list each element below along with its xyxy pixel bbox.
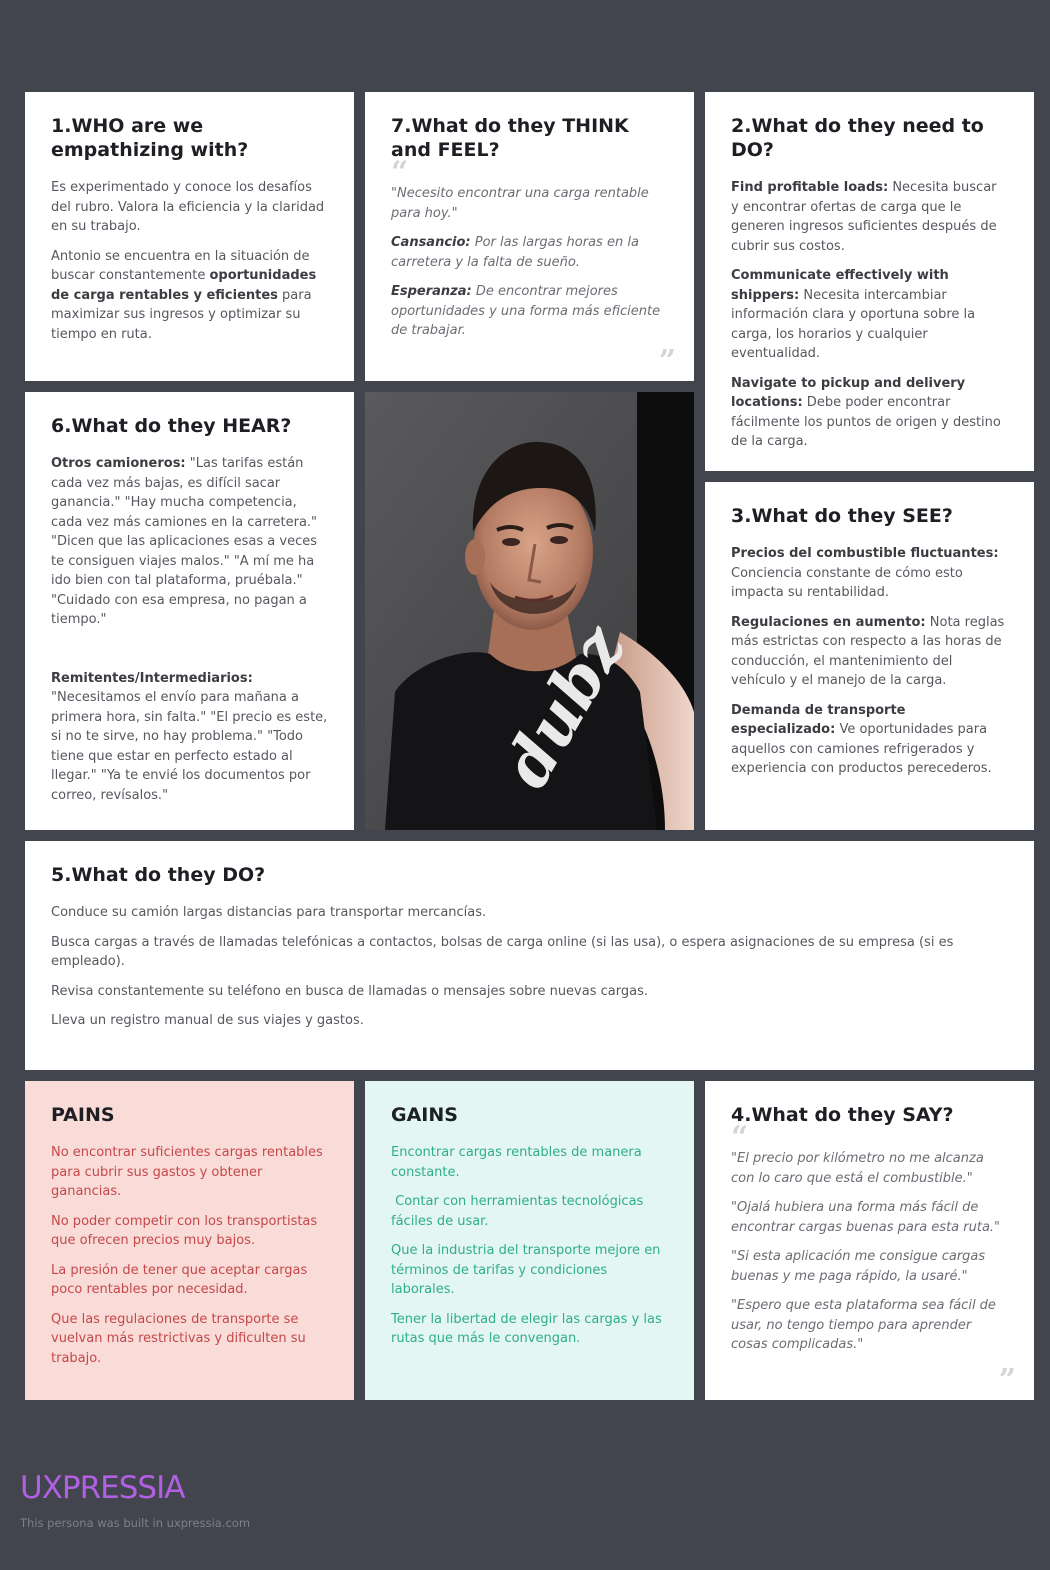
who-title: 1.WHO are we empathizing with?	[51, 115, 249, 161]
pains-item: No encontrar suficientes cargas rentable…	[51, 1145, 323, 1199]
see-title: 3.What do they SEE?	[731, 505, 953, 527]
gains-title: GAINS	[391, 1104, 458, 1126]
see-item: Demanda de transporte especializado: Ve …	[731, 702, 992, 777]
think-feel-card: 7.What do they THINK and FEEL? “ "Necesi…	[365, 92, 694, 381]
see-item: Regulaciones en aumento: Nota reglas más…	[731, 614, 1005, 689]
need-item: Navigate to pickup and delivery location…	[731, 375, 1001, 450]
think-feel-title: 7.What do they THINK and FEEL?	[391, 115, 629, 161]
need-item: Communicate effectively with shippers: N…	[731, 268, 976, 361]
see-item: Precios del combustible fluctuantes: Con…	[731, 546, 999, 600]
do-card: 5.What do they DO? Conduce su camión lar…	[25, 841, 1034, 1070]
open-quote-icon: “	[731, 1120, 749, 1155]
close-quote-icon: ”	[998, 1363, 1016, 1398]
close-quote-icon: ”	[658, 344, 676, 379]
think-quote: "Necesito encontrar una carga rentable p…	[391, 186, 649, 221]
hear-item: Remitentes/Intermediarios: "Necesitamos …	[51, 670, 328, 803]
do-item: Busca cargas a través de llamadas telefó…	[51, 934, 954, 970]
who-paragraph-2: Antonio se encuentra en la situación de …	[51, 248, 317, 342]
say-quote: "Espero que esta plataforma sea fácil de…	[731, 1298, 996, 1352]
persona-avatar-illustration: dubz	[365, 392, 694, 830]
need-item: Find profitable loads: Necesita buscar y…	[731, 180, 997, 254]
gains-card: GAINS Encontrar cargas rentables de mane…	[365, 1081, 694, 1400]
need-to-do-title: 2.What do they need to DO?	[731, 115, 984, 161]
pains-item: La presión de tener que aceptar cargas p…	[51, 1262, 308, 1298]
pains-card: PAINS No encontrar suficientes cargas re…	[25, 1081, 354, 1400]
pains-item: No poder competir con los transportistas…	[51, 1213, 318, 1249]
persona-photo: dubz	[365, 392, 694, 830]
need-to-do-card: 2.What do they need to DO? Find profitab…	[705, 92, 1034, 471]
gains-item: Tener la libertad de elegir las cargas y…	[391, 1311, 662, 1347]
gains-item: Encontrar cargas rentables de manera con…	[391, 1145, 642, 1180]
footer-note: This persona was built in uxpressia.com	[20, 1516, 251, 1530]
uxpressia-logo[interactable]: UXPRESSIA	[20, 1470, 185, 1506]
gains-item: Que la industria del transporte mejore e…	[391, 1243, 661, 1297]
hear-card: 6.What do they HEAR? Otros camioneros: "…	[25, 392, 354, 830]
say-card: 4.What do they SAY? “ "El precio por kil…	[705, 1081, 1034, 1400]
say-title: 4.What do they SAY?	[731, 1104, 954, 1126]
do-item: Conduce su camión largas distancias para…	[51, 905, 487, 920]
hear-item: Otros camioneros: "Las tarifas están cad…	[51, 456, 318, 627]
say-quote: "El precio por kilómetro no me alcanza c…	[731, 1151, 984, 1186]
gains-item: Contar con herramientas tecnológicas fác…	[391, 1194, 648, 1229]
do-item: Revisa constantemente su teléfono en bus…	[51, 983, 648, 999]
do-title: 5.What do they DO?	[51, 864, 266, 886]
who-card: 1.WHO are we empathizing with? Es experi…	[25, 92, 354, 381]
pains-title: PAINS	[51, 1104, 115, 1126]
say-quote: "Ojalá hubiera una forma más fácil de en…	[731, 1200, 1001, 1235]
hear-title: 6.What do they HEAR?	[51, 415, 292, 437]
pains-item: Que las regulaciones de transporte se vu…	[51, 1311, 306, 1366]
do-item: Lleva un registro manual de sus viajes y…	[51, 1013, 364, 1028]
think-item: Esperanza: De encontrar mejores oportuni…	[391, 284, 661, 338]
who-paragraph-1: Es experimentado y conoce los desafíos d…	[51, 180, 325, 234]
think-item: Cansancio: Por las largas horas en la ca…	[391, 235, 639, 270]
open-quote-icon: “	[391, 155, 409, 190]
say-quote: "Si esta aplicación me consigue cargas b…	[731, 1249, 986, 1284]
see-card: 3.What do they SEE? Precios del combusti…	[705, 482, 1034, 830]
